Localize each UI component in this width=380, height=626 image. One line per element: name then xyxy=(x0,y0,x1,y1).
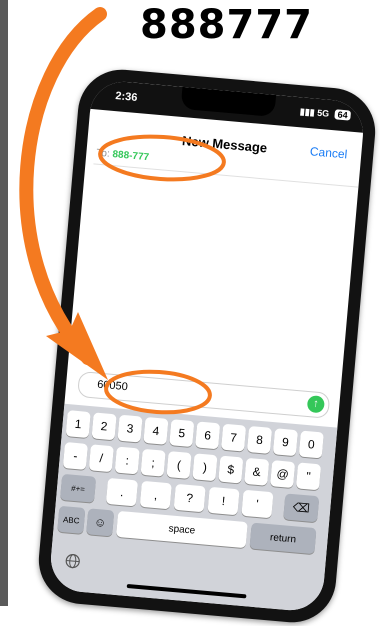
key[interactable]: : xyxy=(114,446,140,475)
key[interactable]: ' xyxy=(241,489,274,519)
key[interactable]: - xyxy=(62,441,89,470)
key[interactable]: @ xyxy=(270,460,296,489)
return-key[interactable]: return xyxy=(249,522,317,555)
key[interactable]: , xyxy=(139,480,172,510)
key[interactable]: 6 xyxy=(195,421,221,450)
key[interactable]: 9 xyxy=(272,428,299,457)
signal-icon: ▮▮▮ xyxy=(299,106,316,118)
network-label: 5G xyxy=(316,107,330,119)
recipient-label: To: xyxy=(95,147,111,160)
emoji-button[interactable]: ☺ xyxy=(86,508,115,537)
battery-icon: 64 xyxy=(334,109,352,121)
abc-key[interactable]: ABC xyxy=(57,505,86,534)
key[interactable]: 1 xyxy=(65,410,91,439)
arrow-up-icon: ↑ xyxy=(312,397,320,410)
key[interactable]: 0 xyxy=(298,430,324,459)
key[interactable]: 7 xyxy=(221,423,247,452)
delete-button[interactable]: ⌫ xyxy=(283,493,320,523)
key[interactable]: 4 xyxy=(143,416,169,445)
recipient-field[interactable]: To: 888-777 xyxy=(96,148,150,164)
keyboard: 1 2 3 4 5 6 7 8 9 0 - / : ; ( ) $ & @ " … xyxy=(48,403,338,613)
globe-icon[interactable] xyxy=(64,552,81,569)
key[interactable]: 8 xyxy=(246,425,273,454)
key[interactable]: 5 xyxy=(169,419,195,448)
key[interactable]: . xyxy=(105,477,139,507)
key[interactable]: ; xyxy=(140,448,166,477)
key[interactable]: ! xyxy=(207,486,240,516)
key[interactable]: ( xyxy=(166,451,192,479)
phone-mockup: 2:36 ▮▮▮ 5G 64 New Message Cancel To: 88… xyxy=(35,66,379,626)
recipient-value: 888-777 xyxy=(111,149,150,164)
key[interactable]: 3 xyxy=(117,414,143,443)
left-edge-bar xyxy=(0,0,8,606)
space-key[interactable]: space xyxy=(116,510,248,549)
status-bar: 2:36 ▮▮▮ 5G 64 xyxy=(90,79,366,133)
key[interactable]: / xyxy=(88,444,114,473)
key[interactable]: & xyxy=(244,457,270,486)
send-button[interactable]: ↑ xyxy=(306,394,326,414)
delete-icon: ⌫ xyxy=(292,500,311,516)
key[interactable]: ? xyxy=(173,483,206,513)
phone-frame: 2:36 ▮▮▮ 5G 64 New Message Cancel To: 88… xyxy=(35,66,379,626)
message-text: 60050 xyxy=(96,378,129,394)
status-indicators: ▮▮▮ 5G 64 xyxy=(299,106,352,121)
key[interactable]: ) xyxy=(192,453,218,482)
notch xyxy=(180,86,277,117)
key[interactable]: 2 xyxy=(91,412,117,441)
status-time: 2:36 xyxy=(114,90,138,104)
more-symbols-key[interactable]: #+= xyxy=(60,473,97,503)
key[interactable]: " xyxy=(295,462,322,491)
emoji-icon: ☺ xyxy=(93,514,107,530)
home-indicator xyxy=(126,583,247,599)
headline-number: 888777 xyxy=(140,2,313,48)
key[interactable]: $ xyxy=(218,455,244,484)
divider xyxy=(93,163,359,188)
phone-screen: 2:36 ▮▮▮ 5G 64 New Message Cancel To: 88… xyxy=(48,79,366,613)
